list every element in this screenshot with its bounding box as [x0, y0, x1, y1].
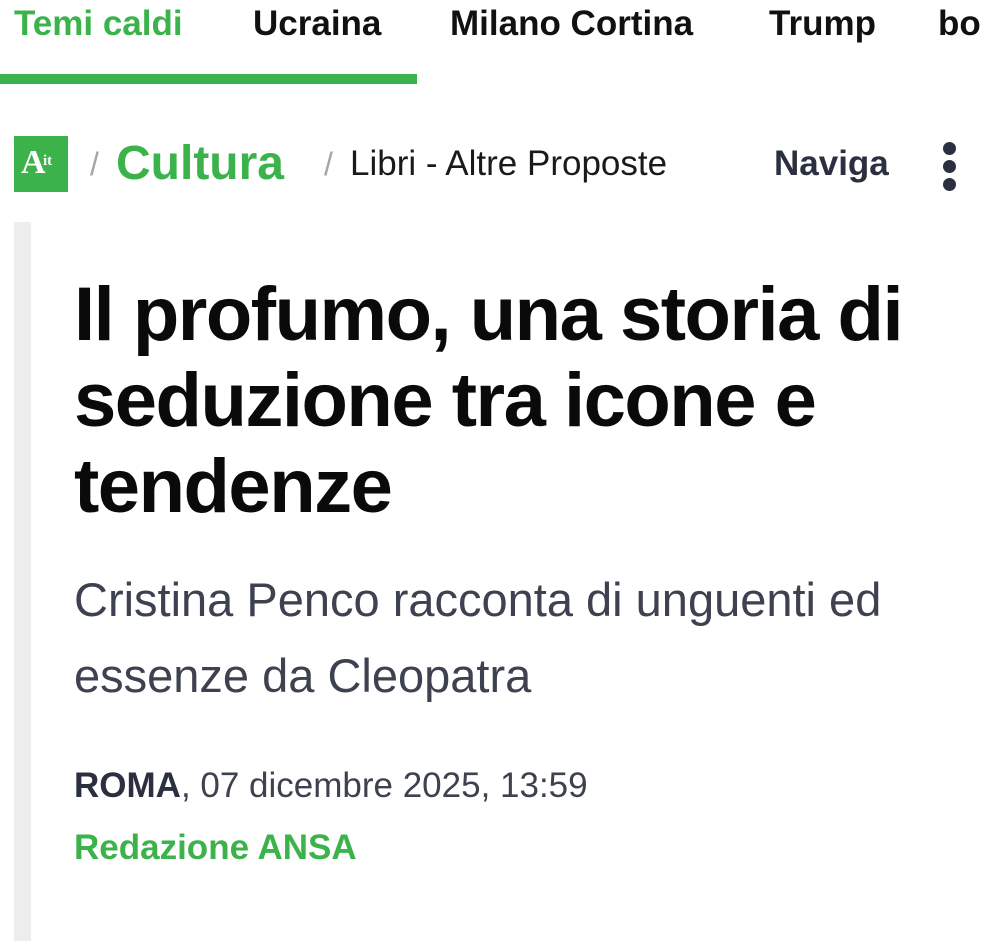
- hot-topic-ucraina[interactable]: Ucraina: [253, 4, 381, 44]
- logo-suffix: it: [43, 153, 53, 169]
- active-topic-underline: [0, 74, 417, 84]
- article-subheadline: Cristina Penco racconta di unguenti ed e…: [74, 573, 882, 702]
- article-headline: Il profumo, una storia di seduzione tra …: [74, 272, 904, 529]
- hot-topic-milano-cortina[interactable]: Milano Cortina: [450, 4, 693, 44]
- breadcrumb: A it / Cultura / Libri - Altre Proposte …: [0, 120, 987, 210]
- article-dateline: ROMA, 07 dicembre 2025, 13:59: [74, 764, 588, 808]
- dateline-date: , 07 dicembre 2025, 13:59: [180, 766, 588, 805]
- naviga-button[interactable]: Naviga: [774, 144, 889, 184]
- hot-topics-bar: Temi caldi Ucraina Milano Cortina Trump …: [0, 0, 987, 84]
- more-vertical-icon[interactable]: [936, 140, 964, 192]
- breadcrumb-section-cultura[interactable]: Cultura: [116, 136, 284, 192]
- logo-letter: A: [21, 144, 46, 181]
- hot-topic-trump[interactable]: Trump: [769, 4, 876, 44]
- breadcrumb-separator: /: [324, 146, 333, 182]
- article-left-rule: [14, 222, 31, 941]
- ansa-it-logo[interactable]: A it: [14, 136, 68, 192]
- hot-topic-truncated[interactable]: bo: [938, 4, 981, 44]
- breadcrumb-separator: /: [90, 146, 99, 182]
- hot-topic-temi-caldi[interactable]: Temi caldi: [14, 4, 183, 44]
- dateline-place: ROMA: [74, 766, 181, 805]
- article-author[interactable]: Redazione ANSA: [74, 826, 357, 870]
- breadcrumb-subsection[interactable]: Libri - Altre Proposte: [350, 144, 667, 184]
